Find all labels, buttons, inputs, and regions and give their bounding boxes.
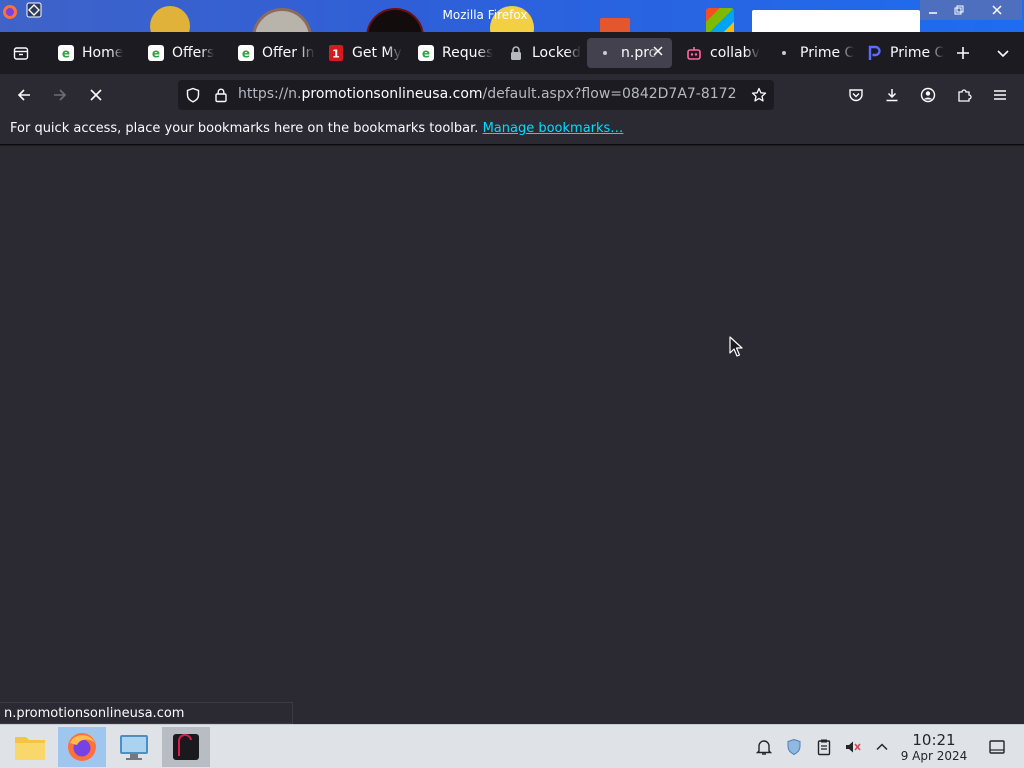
window-title: Mozilla Firefox — [442, 8, 528, 22]
tracking-protection-shield-icon[interactable] — [178, 80, 208, 110]
tab-offer-in[interactable]: e Offer In — [228, 38, 316, 68]
volume-muted-icon[interactable] — [843, 737, 863, 757]
e-favicon: e — [148, 45, 164, 61]
list-all-tabs-chevron-down-icon[interactable] — [988, 38, 1018, 68]
maximize-icon[interactable] — [946, 0, 972, 20]
tab-label: Offers — [172, 45, 215, 61]
robot-favicon — [686, 45, 702, 61]
digital-clock[interactable]: 10:21 9 Apr 2024 — [896, 731, 972, 763]
close-window-icon[interactable] — [972, 0, 1022, 20]
address-bar[interactable]: https://n.promotionsonlineusa.com/defaul… — [178, 80, 774, 110]
clock-time: 10:21 — [912, 731, 956, 749]
window-titlebar[interactable]: Mozilla Firefox — [0, 0, 1024, 32]
tab-reques[interactable]: e Reques — [408, 38, 496, 68]
new-tab-plus-icon[interactable] — [948, 38, 978, 68]
firefox-taskbar-button[interactable] — [58, 727, 106, 767]
mouse-pointer-icon — [729, 336, 743, 357]
system-settings-taskbar-button[interactable] — [110, 727, 158, 767]
folder-icon — [15, 737, 45, 760]
monitor-settings-icon — [120, 735, 148, 760]
notifications-bell-icon[interactable] — [754, 737, 774, 757]
url-path: /default.aspx?flow=0842D7A7-8172- — [482, 86, 736, 102]
taskbar: 10:21 9 Apr 2024 — [0, 724, 1024, 768]
clipboard-icon[interactable] — [814, 737, 834, 757]
tab-label: Reques — [442, 45, 494, 61]
bookmarks-toolbar: For quick access, place your bookmarks h… — [0, 114, 1024, 145]
svg-text:e: e — [152, 47, 160, 61]
extensions-puzzle-icon[interactable] — [949, 80, 979, 110]
forward-arrow-icon[interactable] — [45, 80, 75, 110]
downloads-icon[interactable] — [877, 80, 907, 110]
tab-label: Get My — [352, 45, 402, 61]
e-favicon: e — [238, 45, 254, 61]
tab-label: Home — [82, 45, 124, 61]
tab-label: collabv — [710, 45, 760, 61]
tab-get-my[interactable]: 1 Get My — [318, 38, 406, 68]
close-tab-icon[interactable] — [650, 45, 666, 61]
tab-collabv[interactable]: collabv — [676, 38, 764, 68]
manage-bookmarks-link[interactable]: Manage bookmarks… — [483, 121, 624, 136]
tab-label: Prime C — [800, 45, 854, 61]
p-favicon — [866, 45, 882, 61]
screen: Mozilla Firefox e Home e Offers e Offer … — [0, 0, 1024, 768]
tab-strip: e Home e Offers e Offer In 1 Get My e Re… — [0, 32, 1024, 74]
url-prefix: https://n. — [238, 86, 302, 102]
svg-text:e: e — [242, 47, 250, 61]
bookmarks-hint-text: For quick access, place your bookmarks h… — [10, 121, 479, 136]
svg-text:e: e — [62, 47, 70, 61]
tab-label: Offer In — [262, 45, 315, 61]
back-arrow-icon[interactable] — [9, 80, 39, 110]
tab-offers[interactable]: e Offers — [138, 38, 226, 68]
tab-locked[interactable]: Locked — [498, 38, 586, 68]
clock-date: 9 Apr 2024 — [900, 749, 968, 763]
site-lock-icon[interactable] — [206, 80, 236, 110]
firefox-icon — [68, 733, 96, 761]
navigation-toolbar: https://n.promotionsonlineusa.com/defaul… — [0, 74, 1024, 114]
red-favicon: 1 — [328, 45, 344, 61]
bookmarks-empty-message: For quick access, place your bookmarks h… — [10, 121, 623, 136]
svg-text:1: 1 — [332, 48, 340, 61]
loading-dot — [597, 45, 613, 61]
stop-loading-icon[interactable] — [81, 80, 111, 110]
lock-favicon — [508, 45, 524, 61]
minimize-icon[interactable] — [920, 0, 946, 20]
tab-label: Prime C — [890, 45, 944, 61]
loading-dot — [776, 45, 792, 61]
url-host: promotionsonlineusa.com — [301, 86, 483, 102]
tab-label: Locked — [532, 45, 581, 61]
show-desktop-icon[interactable] — [987, 737, 1007, 757]
firefox-view-icon[interactable] — [6, 38, 36, 68]
account-icon[interactable] — [913, 80, 943, 110]
svg-text:e: e — [422, 47, 430, 61]
update-shield-icon[interactable] — [784, 737, 804, 757]
url-text[interactable]: https://n.promotionsonlineusa.com/defaul… — [238, 86, 736, 102]
e-favicon: e — [58, 45, 74, 61]
show-hidden-icons-chevron-up-icon[interactable] — [872, 737, 892, 757]
hamburger-menu-icon[interactable] — [985, 80, 1015, 110]
terminal-taskbar-button[interactable] — [162, 727, 210, 767]
e-favicon: e — [418, 45, 434, 61]
bookmark-star-icon[interactable] — [744, 80, 774, 110]
tab-active-n-pro[interactable]: n.pro — [587, 38, 672, 68]
pocket-icon[interactable] — [841, 80, 871, 110]
tab-prime-c-1[interactable]: Prime C — [766, 38, 854, 68]
app-dark-icon — [173, 733, 199, 760]
page-content-area[interactable] — [0, 146, 1024, 724]
tab-home[interactable]: e Home — [48, 38, 136, 68]
tab-prime-c-2[interactable]: Prime C — [856, 38, 944, 68]
file-manager-taskbar-button[interactable] — [6, 727, 54, 767]
link-status-panel: n.promotionsonlineusa.com — [0, 702, 293, 724]
